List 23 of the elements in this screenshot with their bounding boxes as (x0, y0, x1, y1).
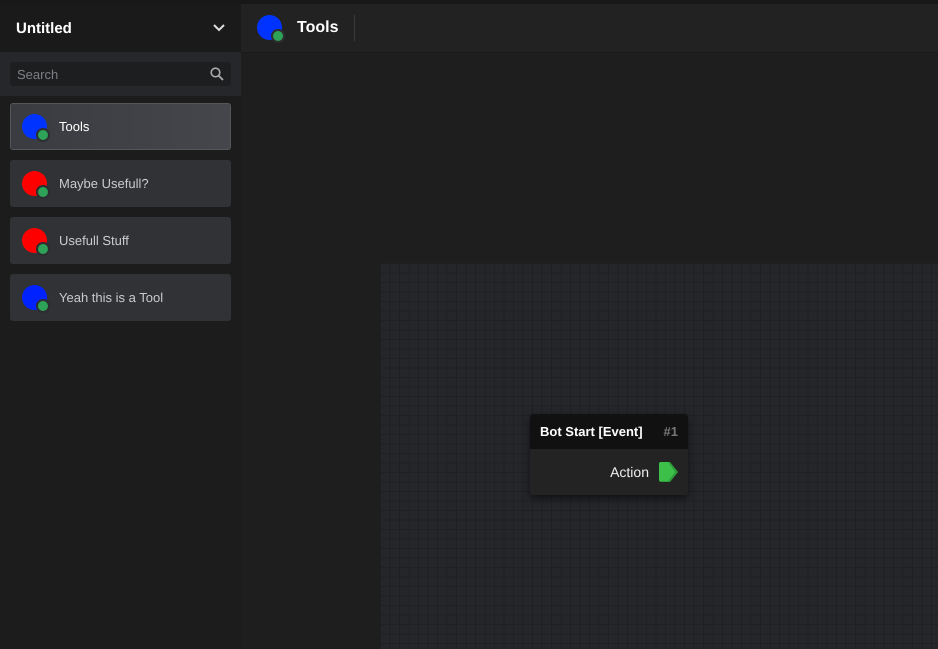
output-port-icon[interactable] (659, 462, 678, 482)
output-label: Action (610, 464, 649, 480)
sidebar-item[interactable]: Maybe Usefull? (10, 160, 231, 207)
page-title: Tools (297, 15, 356, 41)
search-field[interactable]: Search (10, 62, 231, 86)
search-icon (210, 67, 224, 81)
online-status-icon (36, 184, 50, 198)
workspace-title: Untitled (16, 20, 72, 36)
online-status-icon (36, 128, 50, 142)
node-number: #1 (664, 424, 678, 439)
item-label: Tools (59, 119, 90, 134)
online-status-icon (36, 242, 50, 256)
online-status-icon (36, 298, 50, 312)
item-label: Yeah this is a Tool (59, 290, 164, 305)
sidebar-item[interactable]: Tools (10, 103, 231, 150)
sidebar-item[interactable]: Yeah this is a Tool (10, 274, 231, 321)
sidebar-item[interactable]: Usefull Stuff (10, 217, 231, 264)
node-title: Bot Start [Event] (540, 424, 643, 439)
item-label: Usefull Stuff (59, 233, 129, 248)
item-label: Maybe Usefull? (59, 176, 149, 191)
event-node[interactable]: Bot Start [Event] #1 Action (530, 414, 688, 495)
chevron-down-icon[interactable] (213, 24, 225, 32)
online-status-icon (271, 29, 285, 43)
